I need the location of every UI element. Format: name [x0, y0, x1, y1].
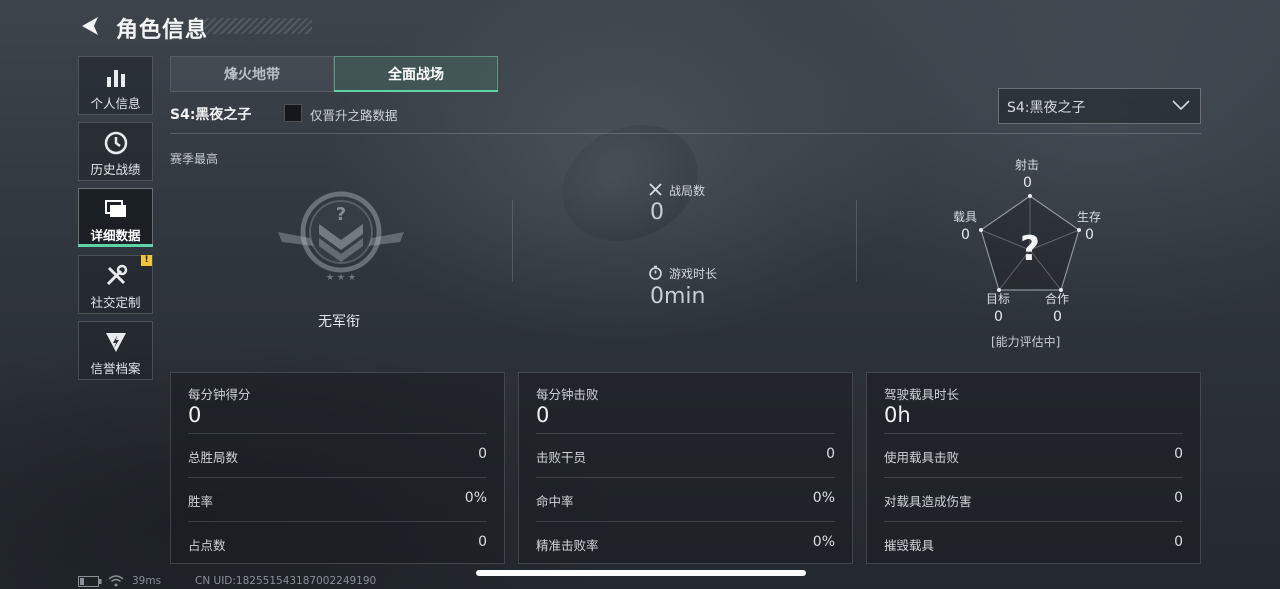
tab-total-war[interactable]: 全面战场	[334, 56, 498, 92]
divider	[512, 200, 513, 282]
battery-icon	[78, 576, 102, 587]
sidebar-item-label: 历史战绩	[90, 162, 141, 177]
stat-row-label: 总胜局数	[188, 450, 239, 465]
radar-label-cooperation: 合作	[1045, 292, 1070, 306]
stacked-cards-icon	[104, 200, 126, 217]
wifi-icon	[108, 575, 124, 587]
promotion-only-label[interactable]: 仅晋升之路数据	[310, 105, 398, 124]
sidebar-item-label: 信誉档案	[90, 361, 141, 376]
season-best-label: 赛季最高	[170, 152, 219, 166]
panel-value: 0	[536, 403, 550, 427]
sidebar-item-detailed-data[interactable]: 详细数据	[78, 188, 153, 247]
radar-value-survival: 0	[1085, 227, 1094, 243]
stat-panel-score: 每分钟得分 0 总胜局数 0 胜率 0% 占点数 0	[170, 372, 505, 564]
svg-text:★ ★ ★: ★ ★ ★	[326, 273, 356, 283]
stat-row: 占点数 0	[188, 521, 487, 565]
uid-text: CN UID:1825515431870022491​90	[195, 575, 377, 587]
stat-row-value: 0%	[812, 534, 835, 550]
radar-label-objective: 目标	[986, 292, 1011, 306]
radar-value-vehicle: 0	[961, 227, 970, 243]
radar-label-shooting: 射击	[1015, 158, 1040, 172]
sidebar-item-label: 详细数据	[90, 228, 141, 243]
stopwatch-icon	[649, 265, 662, 280]
stat-row: 对载具造成伤害 0	[884, 477, 1183, 521]
stat-row-label: 精准击败率	[536, 538, 599, 553]
sidebar-item-personal-info[interactable]: 个人信息	[78, 56, 153, 115]
sidebar-item-label: 社交定制	[90, 295, 141, 310]
panel-value: 0	[188, 403, 202, 427]
radar-center-glyph: ?	[1020, 229, 1040, 269]
divider	[170, 133, 1201, 134]
stat-row-label: 占点数	[188, 538, 226, 553]
shield-bolt-icon	[105, 333, 126, 352]
back-arrow-icon[interactable]	[78, 14, 102, 38]
stat-row-label: 击败干员	[536, 450, 587, 465]
radar-label-vehicle: 载具	[953, 210, 978, 224]
stat-row: 摧毁载具 0	[884, 521, 1183, 565]
chevron-down-icon	[1172, 100, 1190, 111]
radar-status: [能力评估中]	[991, 335, 1061, 349]
radar-value-objective: 0	[994, 309, 1003, 325]
notification-badge: !	[141, 255, 152, 266]
rank-emblem-icon: ? ★ ★ ★	[278, 191, 404, 283]
stat-row-label: 对载具造成伤害	[884, 494, 972, 509]
promotion-only-checkbox[interactable]	[284, 104, 302, 122]
sidebar-item-history[interactable]: 历史战绩	[78, 122, 153, 181]
stat-row: 胜率 0%	[188, 477, 487, 521]
matches-value: 0	[650, 200, 664, 225]
stat-panel-kills: 每分钟击败 0 击败干员 0 命中率 0% 精准击败率 0%	[518, 372, 853, 564]
ping-text: 39ms	[132, 575, 162, 587]
tab-beacon-zone[interactable]: 烽火地带	[170, 56, 334, 92]
radar-label-survival: 生存	[1077, 210, 1102, 224]
stat-row-value: 0	[478, 534, 487, 550]
season-select-value: S4:黑夜之子	[1007, 100, 1086, 116]
stat-row-value: 0	[826, 446, 835, 462]
home-indicator[interactable]	[476, 570, 806, 576]
season-label: S4:黑夜之子	[170, 107, 252, 123]
ability-radar-chart: ?	[979, 194, 1081, 292]
stat-row-value: 0	[478, 446, 487, 462]
panel-title: 驾驶载具时长	[884, 387, 960, 402]
panel-title: 每分钟击败	[536, 387, 599, 402]
stat-row-value: 0	[1174, 446, 1183, 462]
radar-value-cooperation: 0	[1053, 309, 1062, 325]
stat-row-value: 0	[1174, 534, 1183, 550]
panel-title: 每分钟得分	[188, 387, 251, 402]
stat-panel-vehicle: 驾驶载具时长 0h 使用载具击败 0 对载具造成伤害 0 摧毁载具 0	[866, 372, 1201, 564]
sidebar-item-label: 个人信息	[90, 96, 141, 111]
stat-row: 使用载具击败 0	[884, 433, 1183, 477]
title-decoration	[200, 18, 312, 34]
play-time-value: 0min	[650, 284, 706, 309]
sidebar-item-credit[interactable]: 信誉档案	[78, 321, 153, 380]
stat-row: 精准击败率 0%	[536, 521, 835, 565]
play-time-label: 游戏时长	[669, 267, 718, 281]
rank-emblem-glyph: ?	[336, 204, 346, 225]
matches-label: 战局数	[669, 184, 706, 198]
stat-row: 击败干员 0	[536, 433, 835, 477]
stat-row-label: 胜率	[188, 494, 214, 509]
page-title: 角色信息	[116, 18, 209, 43]
tools-icon	[106, 264, 127, 286]
stat-row: 命中率 0%	[536, 477, 835, 521]
bar-chart-icon	[106, 70, 125, 87]
stat-row-value: 0%	[464, 490, 487, 506]
stat-row: 总胜局数 0	[188, 433, 487, 477]
rank-name: 无军衔	[318, 314, 360, 330]
panel-value: 0h	[884, 403, 911, 427]
history-clock-icon	[104, 131, 127, 155]
stat-row-label: 摧毁载具	[884, 538, 935, 553]
crossed-swords-icon	[649, 183, 662, 196]
stat-row-value: 0%	[812, 490, 835, 506]
stat-row-label: 使用载具击败	[884, 450, 960, 465]
radar-value-shooting: 0	[1023, 175, 1032, 191]
stat-row-value: 0	[1174, 490, 1183, 506]
stat-row-label: 命中率	[536, 494, 574, 509]
divider	[856, 200, 857, 282]
